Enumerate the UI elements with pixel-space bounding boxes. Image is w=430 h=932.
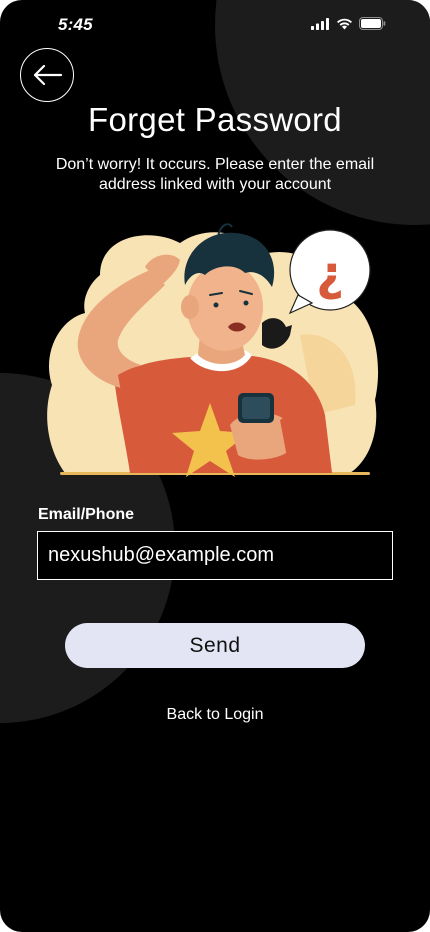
- confused-person-with-phone-illustration: ¿: [47, 223, 379, 477]
- wifi-icon: [337, 18, 352, 29]
- send-button[interactable]: Send: [65, 623, 365, 668]
- status-bar: 5:45: [0, 0, 430, 48]
- question-mark: ¿: [316, 246, 344, 302]
- status-icons: [311, 17, 386, 30]
- email-label: Email/Phone: [38, 506, 135, 523]
- back-to-login-link[interactable]: Back to Login: [0, 706, 430, 724]
- signal-icon: [311, 17, 329, 30]
- back-button[interactable]: [20, 48, 74, 102]
- battery-icon: [359, 17, 386, 30]
- phone-screen: 5:45 Forget Password Don’t worry! It occ…: [0, 0, 430, 932]
- page-subtitle: Don’t worry! It occurs. Please enter the…: [55, 156, 375, 193]
- arrow-left-icon: [33, 64, 63, 86]
- page-title: Forget Password: [88, 101, 342, 138]
- email-field[interactable]: [37, 531, 393, 580]
- question-speech-bubble: ¿: [288, 229, 371, 315]
- status-time: 5:45: [58, 15, 93, 34]
